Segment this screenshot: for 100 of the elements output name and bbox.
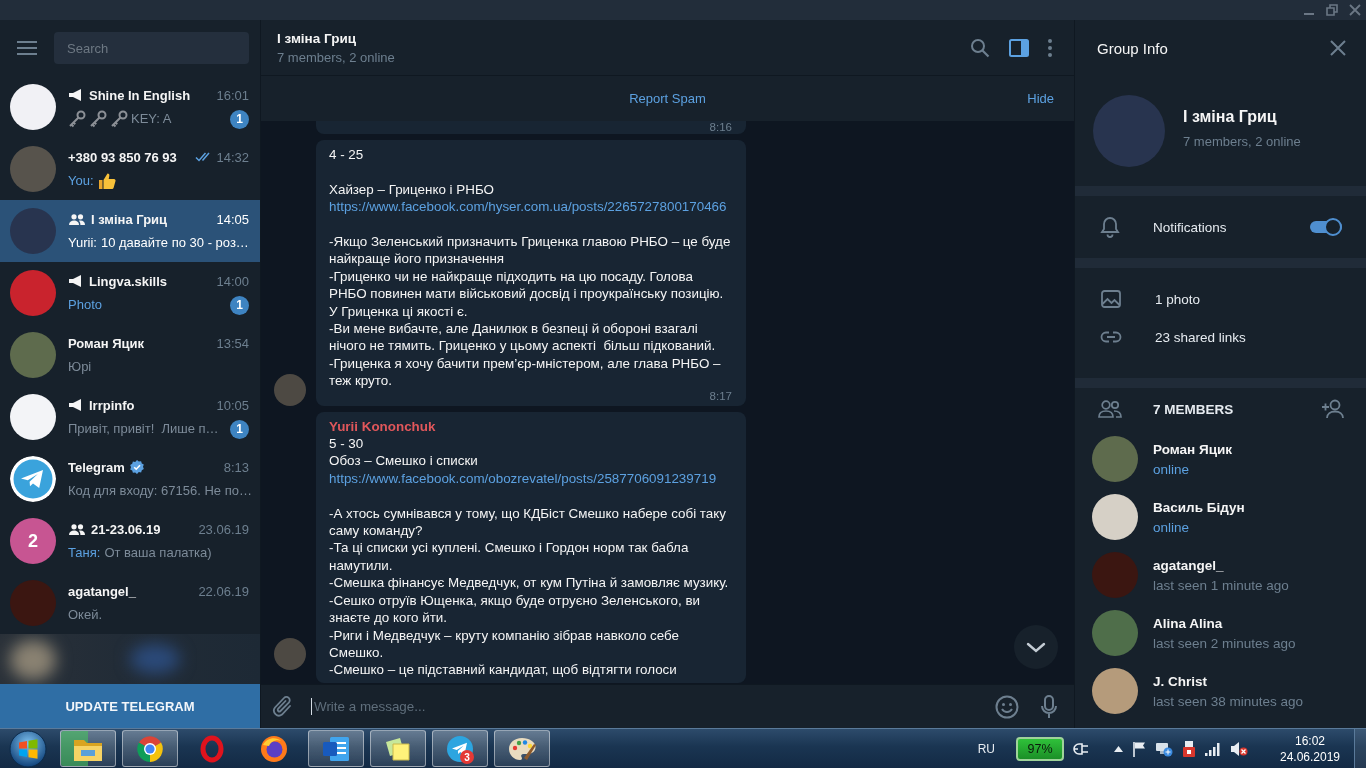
message-text: -Ви мене вибачте, але Данилюк в безпеці й обороні взагалі нічого не тямить. Гриценко у цьому аспекті більш підкований.: [329, 320, 717, 355]
chat-name: І зміна Гриц: [91, 211, 168, 227]
preview-text: Юрі: [68, 359, 92, 375]
search-icon[interactable]: [970, 37, 990, 58]
add-member-icon[interactable]: [1321, 399, 1345, 419]
muted-speaker-icon[interactable]: [1230, 740, 1248, 757]
taskbar-button[interactable]: 3: [432, 730, 488, 767]
member-name[interactable]: agatangel_: [1153, 557, 1224, 573]
more-icon[interactable]: [1048, 38, 1052, 57]
chat-list-item[interactable]: 2 21-23.06.19 23.06.19 Таня: От ваша палатка): [0, 510, 260, 572]
chat-time: 22.06.19: [198, 583, 249, 599]
message-link[interactable]: https://www.facebook.com/obozrevatel/posts/2587706091239719: [329, 469, 717, 488]
unread-badge: 1: [230, 295, 249, 315]
paperclip-icon[interactable]: [272, 694, 294, 719]
wheel-icon: [136, 734, 164, 763]
clock-time[interactable]: 16:02: [1295, 733, 1325, 748]
chevron-up-icon[interactable]: [1114, 745, 1123, 752]
taskbar-button[interactable]: [122, 730, 178, 767]
key-icon: [68, 110, 86, 128]
chat-list-item[interactable]: Telegram 8:13 Код для входу: 67156. Не по…: [0, 448, 260, 510]
chat-time: 14:05: [216, 211, 249, 227]
chat-list-item[interactable]: agatangel_ 22.06.19 Окей.: [0, 572, 260, 634]
chat-name: Lingva.skills: [89, 273, 168, 289]
signal-icon[interactable]: [1205, 741, 1221, 756]
preview-sender: Таня:: [68, 545, 101, 561]
menu-icon[interactable]: [17, 41, 37, 55]
member-name[interactable]: Василь Бідун: [1153, 499, 1245, 515]
message-text: -Риги і Медведчук – круту компанію зібрав навколо себе Смешко.: [329, 626, 681, 662]
message-text: -Гриценка я хочу бачити прем’єр-мністером, але глава РНБО – теж круто.: [329, 354, 722, 390]
search-field[interactable]: Search: [54, 32, 249, 64]
megaphone-icon: [69, 399, 83, 411]
member-status: last seen 2 minutes ago: [1153, 635, 1296, 651]
chat-list-item[interactable]: +380 93 850 76 93 14:32 You:: [0, 138, 260, 200]
message-text: Хайзер – Гриценко і РНБО: [329, 180, 494, 199]
people-icon: [69, 523, 85, 535]
member-name[interactable]: J. Christ: [1153, 673, 1207, 689]
group-subtitle: 7 members, 2 online: [1183, 133, 1301, 149]
taskbar-button[interactable]: [60, 730, 116, 767]
language-indicator[interactable]: RU: [977, 741, 995, 756]
message-text: -Гриценко чи не найкраще підходить на цю посаду. Голова РНБО повинен мати військовий досвід і проукраїнську позицію. У Гриценка ці якості є.: [329, 267, 725, 321]
chat-name: Роман Яцик: [68, 335, 145, 351]
key-icon: [110, 110, 128, 128]
member-name[interactable]: Роман Яцик: [1153, 441, 1233, 457]
group-name: І зміна Гриц: [1183, 107, 1277, 126]
globe-icon: [260, 734, 288, 763]
preview-sender: Yurii:: [68, 235, 97, 251]
chat-list-item[interactable]: І зміна Гриц 14:05 Yurii: 10 давайте по 30 - роз…: [0, 200, 260, 262]
report-spam-link[interactable]: Report Spam: [629, 91, 706, 106]
panel-title: Group Info: [1097, 39, 1168, 57]
chat-list-item[interactable]: Lingva.skills 14:00 Photo 1: [0, 262, 260, 324]
message-text: -Смешко – це підставний кандидат, щоб відтягти голоси: [329, 661, 677, 679]
network-icon[interactable]: [1155, 740, 1173, 757]
notes-icon: [384, 735, 412, 762]
message-composer-bar[interactable]: Write a message...: [261, 684, 1074, 728]
shared-media-item[interactable]: 23 shared links: [1075, 318, 1366, 356]
show-desktop-button[interactable]: [1354, 729, 1366, 768]
unread-badge: 1: [230, 109, 249, 129]
plug-icon[interactable]: [1073, 741, 1091, 756]
restore-icon[interactable]: [1326, 4, 1338, 16]
flag-icon[interactable]: [1132, 740, 1146, 757]
message-time: 8:17: [709, 389, 732, 402]
microphone-icon[interactable]: [1041, 694, 1057, 719]
chat-name: 21-23.06.19: [91, 521, 161, 537]
close-icon[interactable]: [1349, 4, 1361, 16]
shared-media-item[interactable]: 1 photo: [1075, 280, 1366, 318]
sender-name: Yurii Kononchuk: [329, 417, 436, 436]
taskbar-button[interactable]: [308, 730, 364, 767]
message-input[interactable]: Write a message...: [312, 694, 995, 719]
taskbar-button[interactable]: [494, 730, 550, 767]
unread-badge: 1: [230, 419, 249, 439]
side-panel-icon[interactable]: [1009, 38, 1029, 57]
chat-list-item[interactable]: Shine In English 16:01 KEY: A 1: [0, 76, 260, 138]
preview-media-label: Photo: [68, 297, 102, 313]
start-orb-icon[interactable]: [9, 729, 47, 768]
close-icon[interactable]: [1330, 40, 1346, 56]
message-link[interactable]: https://www.facebook.com/hyser.com.ua/posts/2265727800170466: [329, 198, 727, 216]
device-icon[interactable]: [1182, 739, 1196, 758]
battery-indicator[interactable]: 97%: [1016, 736, 1064, 761]
thumbs-up-icon: [97, 172, 116, 190]
message-text: Обоз – Смешко і списки: [329, 452, 478, 470]
megaphone-icon: [69, 275, 83, 287]
preview-text: Код для входу: 67156. Не по…: [68, 483, 252, 499]
notifications-toggle[interactable]: [1310, 218, 1342, 236]
member-name[interactable]: Alina Alina: [1153, 615, 1223, 631]
clock-date[interactable]: 24.06.2019: [1279, 749, 1341, 764]
taskbar-badge: 3: [460, 750, 474, 764]
hide-link[interactable]: Hide: [1027, 91, 1054, 106]
smiley-icon[interactable]: [995, 694, 1019, 719]
link-icon: [1100, 331, 1122, 343]
member-status: online: [1153, 519, 1190, 535]
chat-title: І зміна Гриц: [277, 30, 356, 46]
chat-name: Telegram: [68, 459, 125, 475]
scroll-down-button[interactable]: [1014, 625, 1058, 669]
chat-list-item[interactable]: Irrpinfo 10:05 Привіт, привіт! Лише п… 1: [0, 386, 260, 448]
chat-time: 8:13: [223, 459, 249, 475]
update-button[interactable]: UPDATE TELEGRAM: [0, 684, 260, 728]
people-icon: [69, 213, 85, 225]
members-heading: 7 MEMBERS: [1153, 401, 1234, 417]
chat-list-item[interactable]: Роман Яцик 13:54 Юрі: [0, 324, 260, 386]
taskbar-button[interactable]: [370, 730, 426, 767]
